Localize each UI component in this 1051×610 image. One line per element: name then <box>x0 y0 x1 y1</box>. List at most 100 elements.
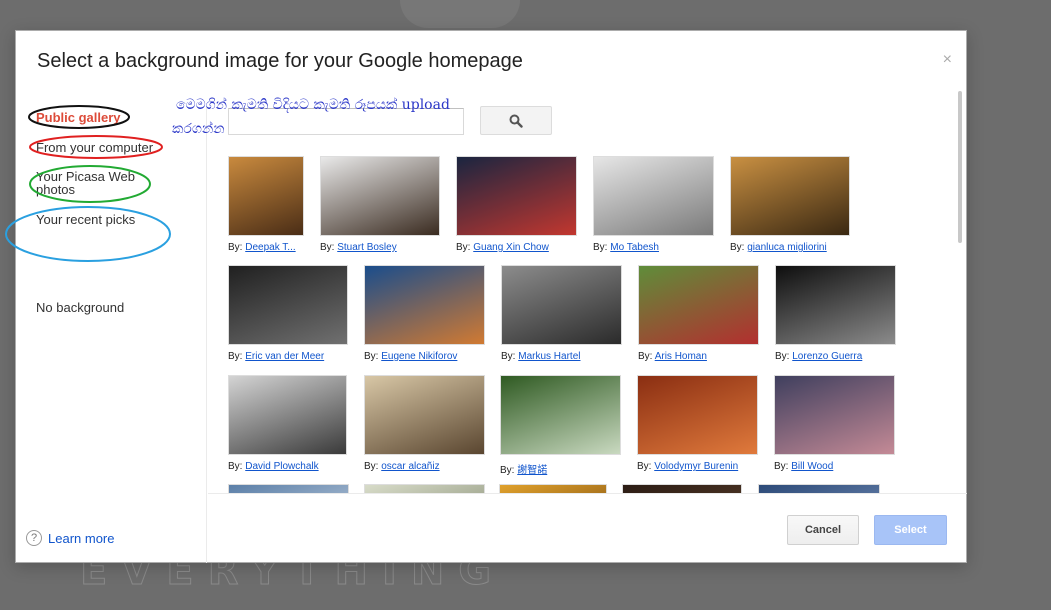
credit-by-label: By: <box>500 465 518 476</box>
author-link[interactable]: Bill Wood <box>791 461 833 472</box>
credit-by-label: By: <box>228 461 246 472</box>
gallery-thumbnail[interactable] <box>622 484 742 493</box>
credit-by-label: By: <box>456 242 474 253</box>
gallery-thumbnail[interactable]: By: Deepak T... <box>228 156 304 256</box>
credit-by-label: By: <box>228 242 246 253</box>
author-link[interactable]: Guang Xin Chow <box>473 242 549 253</box>
author-link[interactable]: Lorenzo Guerra <box>792 351 862 362</box>
sidebar: Public gallery From your computer Your P… <box>16 106 207 563</box>
image-credit: By: Volodymyr Burenin <box>637 461 738 472</box>
sidebar-item-from-computer[interactable]: From your computer <box>36 141 153 154</box>
gallery-thumbnail[interactable]: By: Eric van der Meer <box>228 265 348 365</box>
learn-more-link[interactable]: ? Learn more <box>26 530 114 546</box>
thumbnail-image[interactable] <box>228 265 348 345</box>
thumbnail-image[interactable] <box>500 375 621 455</box>
credit-by-label: By: <box>501 351 519 362</box>
gallery-thumbnail[interactable]: By: Bill Wood <box>774 375 895 475</box>
credit-by-label: By: <box>637 461 655 472</box>
thumbnail-image[interactable] <box>638 265 759 345</box>
gallery-thumbnail[interactable]: By: Stuart Bosley <box>320 156 440 256</box>
gallery-thumbnail[interactable]: By: Mo Tabesh <box>593 156 714 256</box>
credit-by-label: By: <box>638 351 655 362</box>
author-link[interactable]: Eugene Nikiforov <box>381 351 457 362</box>
gallery-thumbnail[interactable]: By: Guang Xin Chow <box>456 156 577 256</box>
author-link[interactable]: Eric van der Meer <box>245 351 324 362</box>
gallery-thumbnail[interactable] <box>499 484 607 493</box>
author-link[interactable]: oscar alcañiz <box>381 461 439 472</box>
author-link[interactable]: gianluca migliorini <box>747 242 826 253</box>
sidebar-item-public-gallery[interactable]: Public gallery <box>36 111 121 124</box>
thumbnail-image[interactable] <box>593 156 714 236</box>
thumbnail-image[interactable] <box>364 375 485 455</box>
credit-by-label: By: <box>775 351 793 362</box>
credit-by-label: By: <box>364 461 382 472</box>
author-link[interactable]: 謝智諾 <box>517 465 547 476</box>
thumbnail-image[interactable] <box>228 375 347 455</box>
thumbnail-image[interactable] <box>501 265 622 345</box>
thumbnail-image[interactable] <box>364 265 485 345</box>
image-credit: By: Stuart Bosley <box>320 242 397 253</box>
thumbnail-image[interactable] <box>499 484 607 493</box>
select-button[interactable]: Select <box>874 515 947 545</box>
thumbnail-image[interactable] <box>228 484 349 493</box>
credit-by-label: By: <box>774 461 792 472</box>
author-link[interactable]: Volodymyr Burenin <box>654 461 738 472</box>
gallery-scrollbar[interactable] <box>958 91 962 243</box>
image-credit: By: Guang Xin Chow <box>456 242 549 253</box>
author-link[interactable]: David Plowchalk <box>245 461 318 472</box>
gallery-thumbnail[interactable]: By: David Plowchalk <box>228 375 347 475</box>
gallery-thumbnail[interactable]: By: Lorenzo Guerra <box>775 265 896 365</box>
image-credit: By: Deepak T... <box>228 242 296 253</box>
author-link[interactable]: Mo Tabesh <box>610 242 659 253</box>
image-credit: By: gianluca migliorini <box>730 242 827 253</box>
gallery-thumbnail[interactable]: By: 謝智諾 <box>500 375 621 476</box>
sidebar-item-no-background[interactable]: No background <box>36 301 124 314</box>
thumbnail-image[interactable] <box>774 375 895 455</box>
help-icon: ? <box>26 530 42 546</box>
credit-by-label: By: <box>320 242 338 253</box>
thumbnail-image[interactable] <box>364 484 485 493</box>
learn-more-label: Learn more <box>48 530 115 546</box>
thumbnail-image[interactable] <box>320 156 440 236</box>
image-credit: By: Aris Homan <box>638 351 707 362</box>
annotation-text-line1: මෙමගින් කැමති විදියට කැමති රූපයක් upload <box>176 97 450 113</box>
image-credit: By: Mo Tabesh <box>593 242 659 253</box>
gallery-thumbnail[interactable] <box>364 484 485 493</box>
thumbnail-image[interactable] <box>456 156 577 236</box>
dialog-title: Select a background image for your Googl… <box>37 50 523 72</box>
gallery-thumbnail[interactable] <box>228 484 349 493</box>
thumbnail-image[interactable] <box>622 484 742 493</box>
image-credit: By: 謝智諾 <box>500 461 547 476</box>
thumbnail-image[interactable] <box>758 484 880 493</box>
image-credit: By: Markus Hartel <box>501 351 580 362</box>
gallery-thumbnail[interactable]: By: gianluca migliorini <box>730 156 850 256</box>
close-icon[interactable]: × <box>943 51 952 69</box>
credit-by-label: By: <box>364 351 382 362</box>
credit-by-label: By: <box>730 242 748 253</box>
sidebar-item-recent-picks[interactable]: Your recent picks <box>36 213 135 226</box>
gallery-thumbnail[interactable]: By: Aris Homan <box>638 265 759 365</box>
gallery-thumbnail[interactable] <box>758 484 880 493</box>
sidebar-item-picasa[interactable]: Your Picasa Web photos <box>36 170 156 196</box>
thumbnail-image[interactable] <box>775 265 896 345</box>
credit-by-label: By: <box>228 351 246 362</box>
thumbnail-image[interactable] <box>637 375 758 455</box>
image-credit: By: Lorenzo Guerra <box>775 351 862 362</box>
author-link[interactable]: Deepak T... <box>245 242 295 253</box>
author-link[interactable]: Aris Homan <box>655 351 707 362</box>
cancel-button[interactable]: Cancel <box>787 515 859 545</box>
thumbnail-image[interactable] <box>730 156 850 236</box>
thumbnail-image[interactable] <box>228 156 304 236</box>
gallery-thumbnail[interactable]: By: Volodymyr Burenin <box>637 375 758 475</box>
background-picker-dialog: Select a background image for your Googl… <box>15 30 967 563</box>
gallery-thumbnail[interactable]: By: Eugene Nikiforov <box>364 265 485 365</box>
image-gallery-grid: By: Deepak T... By: Stuart Bosley By: Guan… <box>208 149 967 494</box>
author-link[interactable]: Markus Hartel <box>518 351 580 362</box>
image-credit: By: oscar alcañiz <box>364 461 440 472</box>
search-button[interactable] <box>480 106 552 135</box>
gallery-thumbnail[interactable]: By: Markus Hartel <box>501 265 622 365</box>
gallery-thumbnail[interactable]: By: oscar alcañiz <box>364 375 485 475</box>
author-link[interactable]: Stuart Bosley <box>337 242 396 253</box>
search-icon <box>509 114 523 128</box>
image-credit: By: Eric van der Meer <box>228 351 324 362</box>
